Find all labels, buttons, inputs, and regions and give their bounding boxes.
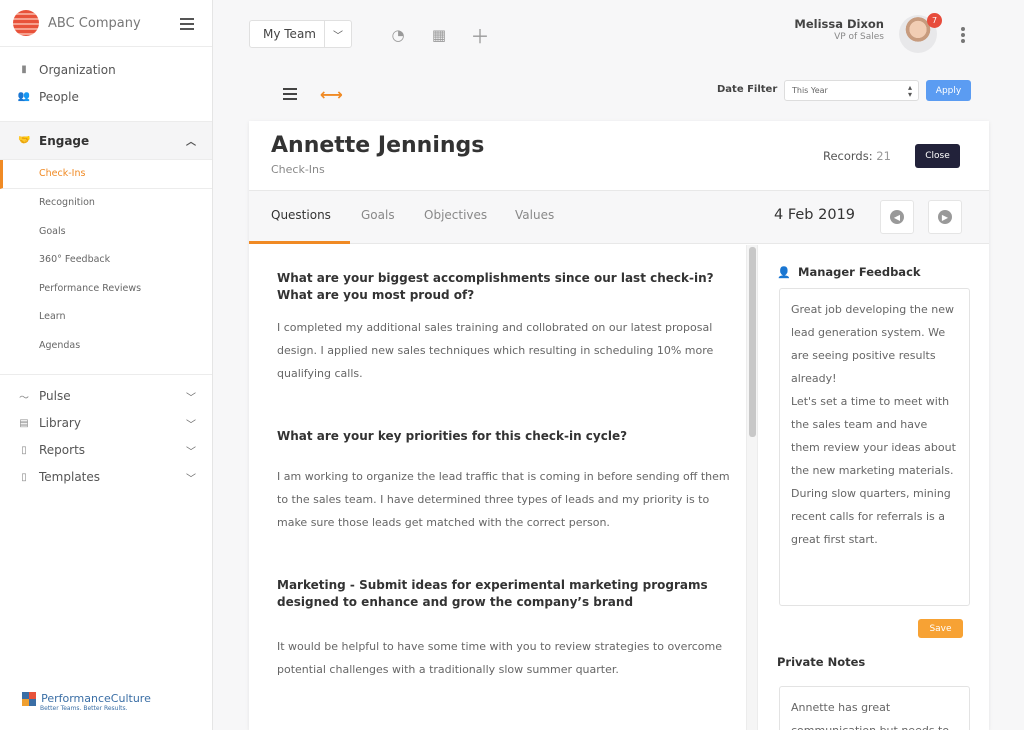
menu-toggle-icon[interactable] bbox=[180, 18, 194, 33]
sidebar-bottom-group: 〜 Pulse ﹀ ▤ Library ﹀ ▯ Reports ﹀ ▯ Temp… bbox=[0, 375, 212, 491]
next-button[interactable]: ▶ bbox=[928, 200, 962, 234]
performance-culture-mark-icon bbox=[22, 691, 36, 706]
user-role: VP of Sales bbox=[834, 32, 884, 42]
sidebar-subitem-recognition[interactable]: Recognition bbox=[0, 189, 212, 218]
user-comment-icon: 👤 bbox=[777, 265, 791, 279]
sidebar-subitem-goals[interactable]: Goals bbox=[0, 217, 212, 246]
close-button[interactable]: Close bbox=[915, 144, 960, 168]
records-label: Records: bbox=[823, 149, 873, 163]
chevron-down-icon: ﹀ bbox=[186, 392, 196, 404]
logo-name: PerformanceCulture bbox=[41, 692, 151, 705]
chevron-up-icon: ︿ bbox=[186, 137, 196, 148]
sidebar-item-library[interactable]: ▤ Library ﹀ bbox=[0, 410, 212, 437]
list-view-icon[interactable] bbox=[283, 88, 297, 103]
tab-objectives[interactable]: Objectives bbox=[424, 208, 487, 222]
sidebar-item-label: Templates bbox=[39, 470, 101, 484]
card-subtitle: Check-Ins bbox=[271, 163, 325, 176]
sidebar-item-people[interactable]: 👥 People bbox=[0, 83, 212, 110]
scrollbar-thumb[interactable] bbox=[749, 247, 756, 437]
sidebar-item-label: Library bbox=[39, 416, 81, 430]
sidebar-subitem-learn[interactable]: Learn bbox=[0, 303, 212, 332]
sidebar-item-engage[interactable]: 🤝 Engage ︿ bbox=[0, 122, 212, 160]
tab-questions[interactable]: Questions bbox=[271, 208, 331, 222]
check-in-card: Annette Jennings Check-Ins Records: 21 C… bbox=[249, 121, 989, 730]
tabs-row: Questions Goals Objectives Values 4 Feb … bbox=[249, 191, 989, 244]
sidebar-item-label: People bbox=[39, 89, 79, 104]
question-text: What are your key priorities for this ch… bbox=[277, 429, 628, 443]
sidebar: ABC Company ▮ Organization 👥 People 🤝 En… bbox=[0, 0, 213, 730]
sidebar-subitem-performance-reviews[interactable]: Performance Reviews bbox=[0, 274, 212, 303]
save-button[interactable]: Save bbox=[918, 619, 963, 638]
company-name: ABC Company bbox=[48, 15, 141, 31]
select-arrows-icon: ▴ ▾ bbox=[907, 83, 912, 99]
manager-feedback-textarea[interactable]: Great job developing the new lead genera… bbox=[779, 288, 970, 606]
performance-culture-logo: PerformanceCulture Better Teams. Better … bbox=[22, 688, 151, 712]
dashboard-gauge-icon[interactable]: ◔ bbox=[389, 26, 407, 44]
records-value: 21 bbox=[876, 149, 891, 163]
more-options-icon[interactable] bbox=[961, 27, 965, 45]
sidebar-item-organization[interactable]: ▮ Organization bbox=[0, 56, 212, 83]
employee-name: Annette Jennings bbox=[271, 133, 485, 158]
sidebar-item-templates[interactable]: ▯ Templates ﹀ bbox=[0, 464, 212, 491]
questions-pane: What are your biggest accomplishments si… bbox=[249, 245, 746, 730]
private-notes-title: Private Notes bbox=[777, 655, 866, 669]
chevron-down-icon: ﹀ bbox=[186, 419, 196, 431]
team-select-value: My Team bbox=[263, 27, 316, 41]
question-text: What are your biggest accomplishments si… bbox=[277, 271, 714, 302]
tab-goals[interactable]: Goals bbox=[361, 208, 395, 222]
chevron-left-icon: ◀ bbox=[890, 210, 904, 224]
previous-button[interactable]: ◀ bbox=[880, 200, 914, 234]
document-icon: ▯ bbox=[21, 471, 27, 483]
sidebar-item-pulse[interactable]: 〜 Pulse ﹀ bbox=[0, 383, 212, 410]
chevron-down-icon: ﹀ bbox=[324, 21, 351, 47]
building-icon: ▮ bbox=[21, 64, 27, 75]
sidebar-subitem-check-ins[interactable]: Check-Ins bbox=[0, 160, 212, 189]
book-icon: ▤ bbox=[19, 417, 29, 429]
apply-button[interactable]: Apply bbox=[926, 80, 971, 101]
chevron-down-icon: ﹀ bbox=[186, 473, 196, 485]
chevron-down-icon: ﹀ bbox=[186, 446, 196, 458]
sidebar-engage-group: 🤝 Engage ︿ Check-Ins Recognition Goals 3… bbox=[0, 122, 212, 375]
document-icon: ▯ bbox=[21, 444, 27, 456]
tab-values[interactable]: Values bbox=[515, 208, 554, 222]
sidebar-top-group: ▮ Organization 👥 People bbox=[0, 47, 212, 122]
company-logo-icon bbox=[13, 10, 39, 36]
date-filter-label: Date Filter bbox=[717, 84, 778, 95]
manager-feedback-title: Manager Feedback bbox=[798, 265, 921, 279]
manager-feedback-heading: 👤 Manager Feedback bbox=[777, 265, 921, 279]
notification-badge: 7 bbox=[927, 13, 942, 28]
pulse-icon: 〜 bbox=[19, 392, 29, 404]
chevron-right-icon: ▶ bbox=[938, 210, 952, 224]
private-notes-textarea[interactable]: Annette has great communication but need… bbox=[779, 686, 970, 730]
answer-text: I am working to organize the lead traffi… bbox=[277, 470, 730, 529]
feedback-pane: 👤 Manager Feedback Great job developing … bbox=[760, 245, 989, 730]
card-header: Annette Jennings Check-Ins Records: 21 C… bbox=[249, 121, 989, 191]
handshake-icon: 🤝 bbox=[18, 135, 31, 146]
sidebar-item-label: Organization bbox=[39, 62, 116, 77]
answer-text: I completed my additional sales training… bbox=[277, 321, 714, 380]
answer-text: It would be helpful to have some time wi… bbox=[277, 640, 722, 676]
team-select[interactable]: My Team ﹀ bbox=[249, 20, 352, 48]
scrollbar[interactable] bbox=[746, 245, 758, 730]
sidebar-subitem-agendas[interactable]: Agendas bbox=[0, 331, 212, 360]
date-filter-value: This Year bbox=[792, 86, 828, 95]
sidebar-item-reports[interactable]: ▯ Reports ﹀ bbox=[0, 437, 212, 464]
logo-tagline: Better Teams. Better Results. bbox=[40, 705, 128, 712]
records-count: Records: 21 bbox=[823, 149, 891, 163]
calendar-icon[interactable]: ▦ bbox=[430, 26, 448, 44]
sidebar-item-label: Pulse bbox=[39, 389, 71, 403]
check-in-date: 4 Feb 2019 bbox=[774, 207, 856, 223]
date-filter-select[interactable]: This Year ▴ ▾ bbox=[784, 80, 919, 101]
horizontal-arrows-icon[interactable]: ⟷ bbox=[320, 85, 343, 104]
people-icon: 👥 bbox=[17, 91, 31, 102]
question-text: Marketing - Submit ideas for experimenta… bbox=[277, 578, 708, 609]
user-name: Melissa Dixon bbox=[794, 17, 884, 31]
sidebar-subitem-360-feedback[interactable]: 360° Feedback bbox=[0, 246, 212, 275]
sidebar-item-label: Reports bbox=[39, 443, 86, 457]
plus-icon[interactable]: ＋ bbox=[471, 26, 490, 48]
active-tab-indicator bbox=[249, 241, 350, 244]
sidebar-item-label: Engage bbox=[39, 133, 90, 148]
